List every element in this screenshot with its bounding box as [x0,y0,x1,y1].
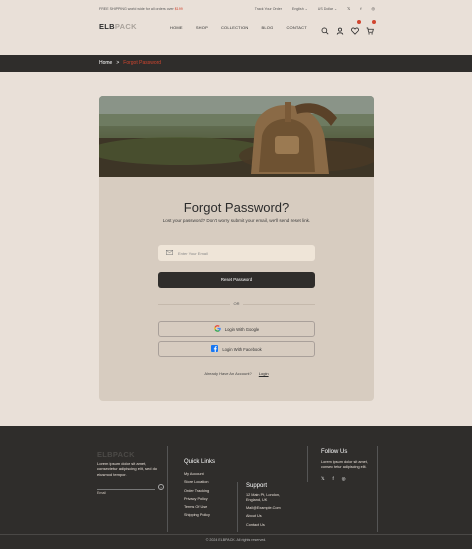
support-about-link[interactable]: About Us [246,512,281,520]
or-label: OR [230,301,243,306]
logo-sub: PACK [114,22,137,31]
footer-social: 𝕏 f ◎ [321,476,345,482]
support-title: Support [246,483,268,489]
currency-select[interactable]: US Dollar ⌄ [318,7,337,11]
google-login-button[interactable]: Login With Google [158,321,315,337]
google-login-label: Login With Google [224,326,260,332]
footer-divider [167,446,168,532]
copyright: © 2024 ELBPACK. All rights reserved. [205,538,267,542]
nav-contact[interactable]: CONTACT [286,25,306,30]
login-link[interactable]: Login [259,371,269,376]
footer-link-shipping-policy[interactable]: Shipping Policy [184,511,210,519]
page-title: Forgot Password? [183,200,290,215]
breadcrumb-home[interactable]: Home [99,60,112,66]
logo[interactable]: ELBPACK [99,22,137,31]
cart-badge [372,20,376,24]
top-bar: FREE SHIPPING world wide for all orders … [0,0,472,18]
nav-shop[interactable]: SHOP [196,25,208,30]
footer-divider [307,446,308,482]
footer: ELBPACK Lorem ipsum dolor sit amet, cons… [0,426,472,549]
follow-text: Lorem ipsum dolor sit amet, consec tetur… [321,460,368,470]
breadcrumb-current: Forgot Password [123,60,162,66]
nav-collection[interactable]: COLLECTION [221,25,249,30]
mail-icon [166,250,173,256]
wishlist-badge [357,20,361,24]
instagram-icon[interactable]: ◎ [342,476,346,482]
support-address: 12 Main Pt, London, England, UK [246,493,280,503]
facebook-icon [211,345,219,353]
main-header: ELBPACK HOME SHOP COLLECTION BLOG CONTAC… [0,18,472,38]
language-value: English [291,6,304,11]
footer-link-store-location[interactable]: Store Location [184,478,210,486]
instagram-icon[interactable]: ◎ [372,6,376,11]
footer-divider [237,482,238,532]
nav-blog[interactable]: BLOG [262,25,274,30]
forgot-password-card: Forgot Password? Lost your password? Don… [99,96,374,401]
hero-image [99,96,374,177]
x-icon[interactable]: 𝕏 [321,476,324,482]
chevron-down-icon: ⌄ [304,6,308,11]
footer-logo[interactable]: ELBPACK [97,450,135,459]
support-list: Mail@Example.Com About Us Contact Us [246,504,281,529]
search-icon[interactable] [321,22,329,35]
email-placeholder: Enter Your Email [178,250,208,256]
top-bar-right: Track Your Order English ⌄ US Dollar ⌄ 𝕏… [255,6,375,11]
promo-code: $199 [174,7,183,11]
footer-about: Lorem ipsum dolor sit amet, consectetur … [97,461,158,477]
footer-bottom-divider [0,534,472,535]
promo-text: FREE SHIPPING world wide for all orders … [99,7,183,11]
arrow-right-icon[interactable]: › [158,484,164,490]
page-description: Lost your password? Don't worry submit y… [162,218,311,223]
facebook-icon[interactable]: f [332,476,333,482]
header-icons [321,20,376,35]
breadcrumb-trail: Home > Forgot Password [99,60,161,66]
x-icon[interactable]: 𝕏 [347,6,350,11]
facebook-icon[interactable]: f [360,6,361,11]
reset-password-button[interactable]: Reset Password [158,272,315,288]
footer-link-privacy-policy[interactable]: Privacy Policy [184,495,210,503]
footer-divider [377,446,378,532]
facebook-login-label: Login With Facebook [222,346,262,352]
main-nav: HOME SHOP COLLECTION BLOG CONTACT [170,25,307,30]
account-prompt: Already Have An Account? Login [99,371,374,376]
footer-logo-sub: PACK [112,450,135,459]
footer-link-my-account[interactable]: My Account [184,470,210,478]
quick-links-list: My Account Store Location Order Tracking… [184,470,210,520]
breadcrumb-separator: > [116,60,120,66]
footer-email-input[interactable]: Email [97,491,106,495]
track-order-link[interactable]: Track Your Order [255,7,282,11]
nav-home[interactable]: HOME [170,25,183,30]
wishlist-icon[interactable] [351,20,361,35]
support-contact-link[interactable]: Contact Us [246,521,281,529]
follow-title: Follow Us [321,449,348,455]
cart-icon[interactable] [366,20,376,35]
account-prompt-text: Already Have An Account? [204,371,252,376]
footer-email-underline [97,489,155,490]
language-select[interactable]: English ⌄ [292,7,308,11]
breadcrumb: Home > Forgot Password [0,55,472,72]
footer-logo-main: ELB [97,450,113,459]
facebook-login-button[interactable]: Login With Facebook [158,341,315,357]
user-icon[interactable] [336,22,344,35]
support-email-link[interactable]: Mail@Example.Com [246,504,281,512]
google-icon [213,325,221,333]
currency-value: US Dollar [317,6,334,11]
email-field[interactable]: Enter Your Email [158,245,315,261]
promo-text-main: FREE SHIPPING world wide for all orders … [99,7,174,11]
footer-link-terms-of-use[interactable]: Terms Of Use [184,503,210,511]
footer-link-order-tracking[interactable]: Order Tracking [184,487,210,495]
chevron-down-icon: ⌄ [334,6,338,11]
logo-main: ELB [99,22,115,31]
quick-links-title: Quick Links [184,459,216,465]
